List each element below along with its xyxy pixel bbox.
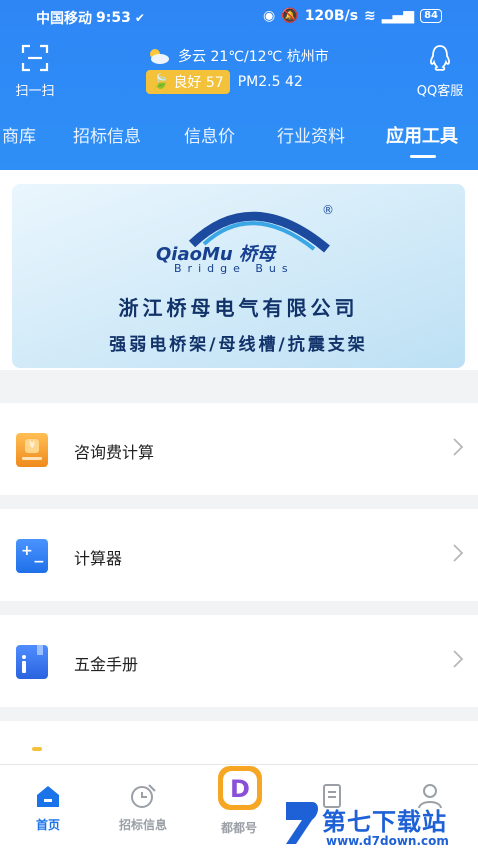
chevron-right-icon — [453, 544, 464, 562]
partial-tool-icon — [32, 747, 42, 751]
leaf-icon: 🍃 — [152, 74, 170, 90]
aqi-label: 良好 57 — [173, 75, 224, 91]
eye-icon: ◉ — [263, 8, 276, 24]
svg-text:D: D — [230, 775, 250, 803]
tool-item-hardware-manual[interactable]: 五金手册 — [0, 615, 478, 707]
tab-price-info[interactable]: 信息价 — [184, 122, 235, 147]
signal-icon: ▂▄▆ — [381, 8, 415, 24]
qiaomu-logo: ® QiaoMu 桥母 Bridge Bus — [152, 194, 352, 284]
wifi-icon: ≋ — [364, 8, 376, 24]
scan-button[interactable]: 扫一扫 — [10, 44, 60, 99]
scan-label: 扫一扫 — [15, 84, 55, 99]
manual-book-icon — [16, 645, 48, 679]
watermark-url: www.d7down.com — [326, 834, 449, 848]
clock: 9:53 — [96, 10, 131, 26]
app-header: 中国移动 9:53 ✔ ◉ 🔕 120B/s ≋ ▂▄▆ 84 扫一扫 多云 2… — [0, 0, 478, 170]
shield-check-icon: ✔ — [134, 11, 145, 25]
tool-label: 咨询费计算 — [74, 443, 155, 462]
chevron-right-icon — [453, 438, 464, 456]
battery-icon: 84 — [420, 9, 442, 23]
company-name: 浙江桥母电气有限公司 — [118, 296, 359, 320]
pm25-text: PM2.5 42 — [237, 74, 303, 90]
company-slogan: 强弱电桥架/母线槽/抗震支架 — [109, 335, 368, 355]
fee-calculator-icon: ¥ — [16, 433, 48, 467]
tool-label: 计算器 — [74, 549, 123, 568]
tab-app-tools[interactable]: 应用工具 — [386, 122, 458, 148]
watermark-logo-icon — [286, 802, 318, 844]
nav-bidding-info[interactable]: 招标信息 — [103, 783, 183, 833]
banner-section: ® QiaoMu 桥母 Bridge Bus 浙江桥母电气有限公司 强弱电桥架/… — [0, 170, 478, 370]
chevron-right-icon — [453, 650, 464, 668]
home-icon — [37, 786, 59, 807]
tab-industry-data[interactable]: 行业资料 — [277, 122, 345, 147]
tab-business-library[interactable]: 商库 — [2, 122, 36, 147]
ad-banner[interactable]: ® QiaoMu 桥母 Bridge Bus 浙江桥母电气有限公司 强弱电桥架/… — [12, 184, 465, 368]
tool-item-calculator[interactable]: + − 计算器 — [0, 509, 478, 601]
calculator-icon: + − — [16, 539, 48, 573]
mute-bell-icon: 🔕 — [281, 8, 299, 24]
tool-label: 五金手册 — [74, 655, 139, 674]
nav-home[interactable]: 首页 — [8, 783, 88, 833]
qq-service-button[interactable]: QQ客服 — [412, 44, 468, 99]
svg-text:®: ® — [322, 203, 334, 217]
dudu-icon: D — [218, 766, 262, 810]
carrier-label: 中国移动 — [36, 11, 92, 27]
tool-item-fee-calculator[interactable]: ¥ 咨询费计算 — [0, 403, 478, 495]
tab-bidding-info[interactable]: 招标信息 — [73, 122, 141, 147]
nav-label: 首页 — [35, 818, 60, 832]
scan-icon — [21, 44, 49, 72]
nav-label: 都都号 — [220, 821, 257, 835]
status-bar: 中国移动 9:53 ✔ ◉ 🔕 120B/s ≋ ▂▄▆ 84 — [0, 6, 478, 28]
aqi-badge: 🍃 良好 57 — [146, 70, 230, 94]
category-tabs: 商库 招标信息 信息价 行业资料 应用工具 — [0, 122, 478, 162]
brand-subtitle: Bridge Bus — [174, 262, 294, 275]
qq-service-label: QQ客服 — [416, 84, 464, 99]
partly-cloudy-icon — [150, 49, 169, 64]
dudu-center-button[interactable]: D — [216, 764, 264, 812]
qq-penguin-icon — [430, 45, 450, 71]
bid-icon — [131, 784, 156, 808]
weather-info: 多云 21℃/12℃ 杭州市 — [146, 46, 329, 66]
watermark-title: 第七下载站 — [322, 808, 447, 836]
weather-text: 多云 21℃/12℃ 杭州市 — [178, 49, 329, 65]
nav-dudu-label-wrap: 都都号 — [199, 815, 279, 836]
site-watermark: 第七下载站 www.d7down.com — [282, 796, 478, 850]
network-speed: 120B/s — [304, 8, 359, 24]
tool-item-partial[interactable] — [0, 721, 478, 764]
air-quality: 🍃 良好 57 PM2.5 42 — [146, 70, 303, 94]
nav-label: 招标信息 — [118, 818, 167, 832]
active-tab-indicator — [410, 155, 436, 158]
